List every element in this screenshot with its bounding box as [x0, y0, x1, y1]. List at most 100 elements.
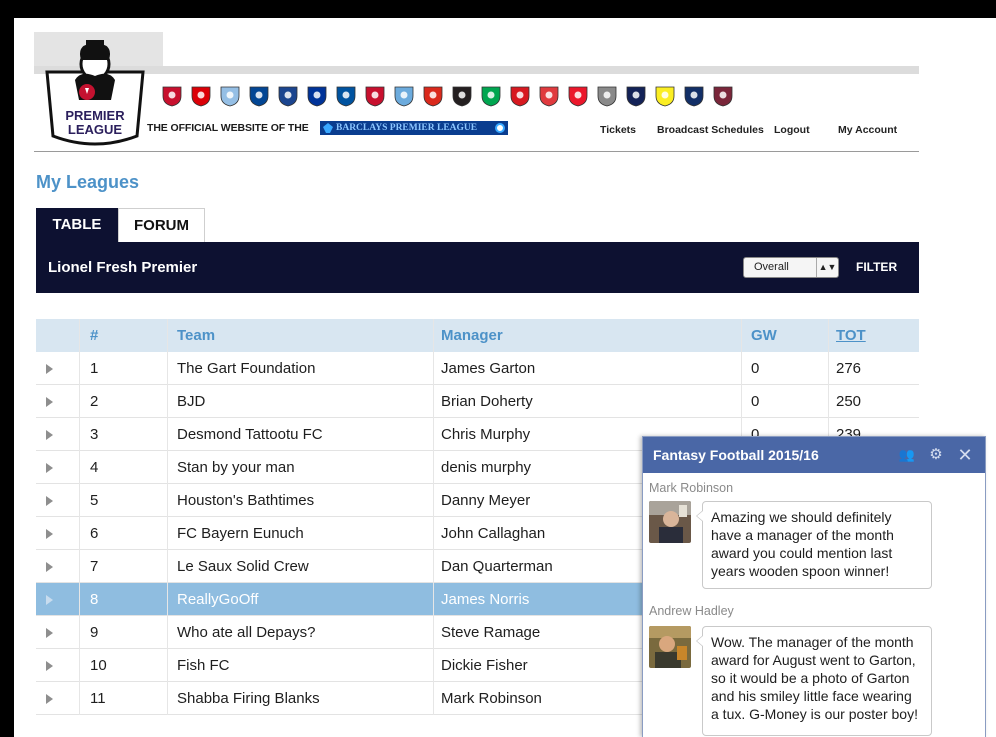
expand-arrow-icon[interactable] [46, 595, 53, 605]
west-brom-crest[interactable] [682, 84, 706, 108]
message-sender: Mark Robinson [649, 481, 734, 495]
row-team[interactable]: Fish FC [177, 657, 230, 674]
chat-title: Fantasy Football 2015/16 [653, 447, 819, 463]
stoke-crest[interactable] [537, 84, 561, 108]
message-bubble: Amazing we should definitely have a mana… [696, 501, 932, 589]
aston-villa-crest[interactable] [218, 84, 242, 108]
row-team[interactable]: BJD [177, 393, 205, 410]
expand-arrow-icon[interactable] [46, 529, 53, 539]
expand-arrow-icon[interactable] [46, 562, 53, 572]
row-tot: 250 [836, 393, 862, 410]
leicester-crest[interactable] [334, 84, 358, 108]
row-team[interactable]: ReallyGoOff [177, 591, 258, 608]
message-sender: Andrew Hadley [649, 604, 734, 618]
row-rank: 4 [90, 459, 99, 476]
row-manager: Chris Murphy [441, 426, 531, 443]
row-rank: 1 [90, 360, 99, 377]
expand-arrow-icon[interactable] [46, 463, 53, 473]
man-city-crest[interactable] [392, 84, 416, 108]
gear-icon[interactable]: ⚙ [927, 446, 945, 464]
official-website-text: THE OFFICIAL WEBSITE OF THE [147, 122, 309, 134]
tab-forum[interactable]: FORUM [118, 208, 205, 242]
row-manager: James Norris [441, 591, 530, 608]
select-arrows-icon: ▲▼ [816, 258, 838, 277]
my-account-link[interactable]: My Account [838, 124, 897, 136]
close-icon[interactable]: ✕ [956, 446, 974, 464]
southampton-crest[interactable] [508, 84, 532, 108]
row-rank: 7 [90, 558, 99, 575]
tab-table[interactable]: TABLE [36, 208, 118, 242]
arsenal-crest[interactable] [189, 84, 213, 108]
row-rank: 10 [90, 657, 107, 674]
row-team[interactable]: Who ate all Depays? [177, 624, 315, 641]
row-team[interactable]: Houston's Bathtimes [177, 492, 314, 509]
row-rank: 3 [90, 426, 99, 443]
premier-league-logo[interactable]: PREMIER LEAGUE [41, 40, 149, 150]
expand-arrow-icon[interactable] [46, 628, 53, 638]
bournemouth-crest[interactable] [160, 84, 184, 108]
expand-arrow-icon[interactable] [46, 496, 53, 506]
tottenham-crest[interactable] [624, 84, 648, 108]
row-rank: 11 [90, 690, 106, 707]
column-rank[interactable]: # [90, 327, 98, 344]
row-team[interactable]: Shabba Firing Blanks [177, 690, 320, 707]
expand-arrow-icon[interactable] [46, 430, 53, 440]
expand-arrow-icon[interactable] [46, 661, 53, 671]
column-team[interactable]: Team [177, 327, 215, 344]
row-team[interactable]: Le Saux Solid Crew [177, 558, 309, 575]
logo-text-premier: PREMIER [65, 108, 125, 123]
crystal-palace-crest[interactable] [276, 84, 300, 108]
expand-arrow-icon[interactable] [46, 364, 53, 374]
row-rank: 2 [90, 393, 99, 410]
row-team[interactable]: Stan by your man [177, 459, 295, 476]
page-title: My Leagues [36, 172, 140, 192]
logo-text-league: LEAGUE [68, 122, 123, 137]
chelsea-crest[interactable] [247, 84, 271, 108]
expand-arrow-icon[interactable] [46, 694, 53, 704]
row-gw: 0 [751, 393, 760, 410]
logout-link[interactable]: Logout [774, 124, 810, 136]
watford-crest[interactable] [653, 84, 677, 108]
broadcast-schedules-link[interactable]: Broadcast Schedules [657, 124, 764, 136]
barclays-premier-league-banner[interactable]: BARCLAYS PREMIER LEAGUE [320, 121, 508, 135]
tickets-link[interactable]: Tickets [600, 124, 636, 136]
row-manager: Dickie Fisher [441, 657, 528, 674]
column-gw[interactable]: GW [751, 327, 777, 344]
row-rank: 5 [90, 492, 99, 509]
row-manager: Brian Doherty [441, 393, 533, 410]
row-manager: denis murphy [441, 459, 532, 476]
row-manager: Mark Robinson [441, 690, 542, 707]
norwich-crest[interactable] [479, 84, 503, 108]
football-icon [495, 123, 505, 133]
avatar[interactable] [649, 626, 691, 668]
column-manager[interactable]: Manager [441, 327, 503, 344]
table-row[interactable]: 2 BJD Brian Doherty 0 250 [36, 385, 919, 418]
table-header: # Team Manager GW TOT [36, 319, 919, 352]
barclays-eagle-icon [323, 123, 333, 133]
newcastle-crest[interactable] [450, 84, 474, 108]
league-name: Lionel Fresh Premier [48, 259, 198, 276]
row-team[interactable]: Desmond Tattootu FC [177, 426, 323, 443]
view-select[interactable]: Overall ▲▼ [743, 257, 839, 278]
chat-window[interactable]: Fantasy Football 2015/16 👥 ⚙ ✕ Mark Robi… [642, 436, 986, 737]
west-ham-crest[interactable] [711, 84, 735, 108]
league-header-bar: Lionel Fresh Premier Overall ▲▼ FILTER [36, 242, 919, 293]
row-rank: 8 [90, 591, 99, 608]
liverpool-crest[interactable] [363, 84, 387, 108]
row-manager: Dan Quarterman [441, 558, 553, 575]
add-people-icon[interactable]: 👥 [898, 446, 916, 464]
chat-header[interactable]: Fantasy Football 2015/16 👥 ⚙ ✕ [643, 437, 985, 473]
man-united-crest[interactable] [421, 84, 445, 108]
filter-button[interactable]: FILTER [856, 260, 897, 274]
column-tot[interactable]: TOT [836, 327, 866, 344]
row-team[interactable]: FC Bayern Eunuch [177, 525, 304, 542]
row-rank: 6 [90, 525, 99, 542]
table-row[interactable]: 1 The Gart Foundation James Garton 0 276 [36, 352, 919, 385]
message-bubble: Wow. The manager of the month award for … [696, 626, 932, 736]
swansea-crest[interactable] [595, 84, 619, 108]
avatar[interactable] [649, 501, 691, 543]
expand-arrow-icon[interactable] [46, 397, 53, 407]
row-team[interactable]: The Gart Foundation [177, 360, 315, 377]
sunderland-crest[interactable] [566, 84, 590, 108]
everton-crest[interactable] [305, 84, 329, 108]
